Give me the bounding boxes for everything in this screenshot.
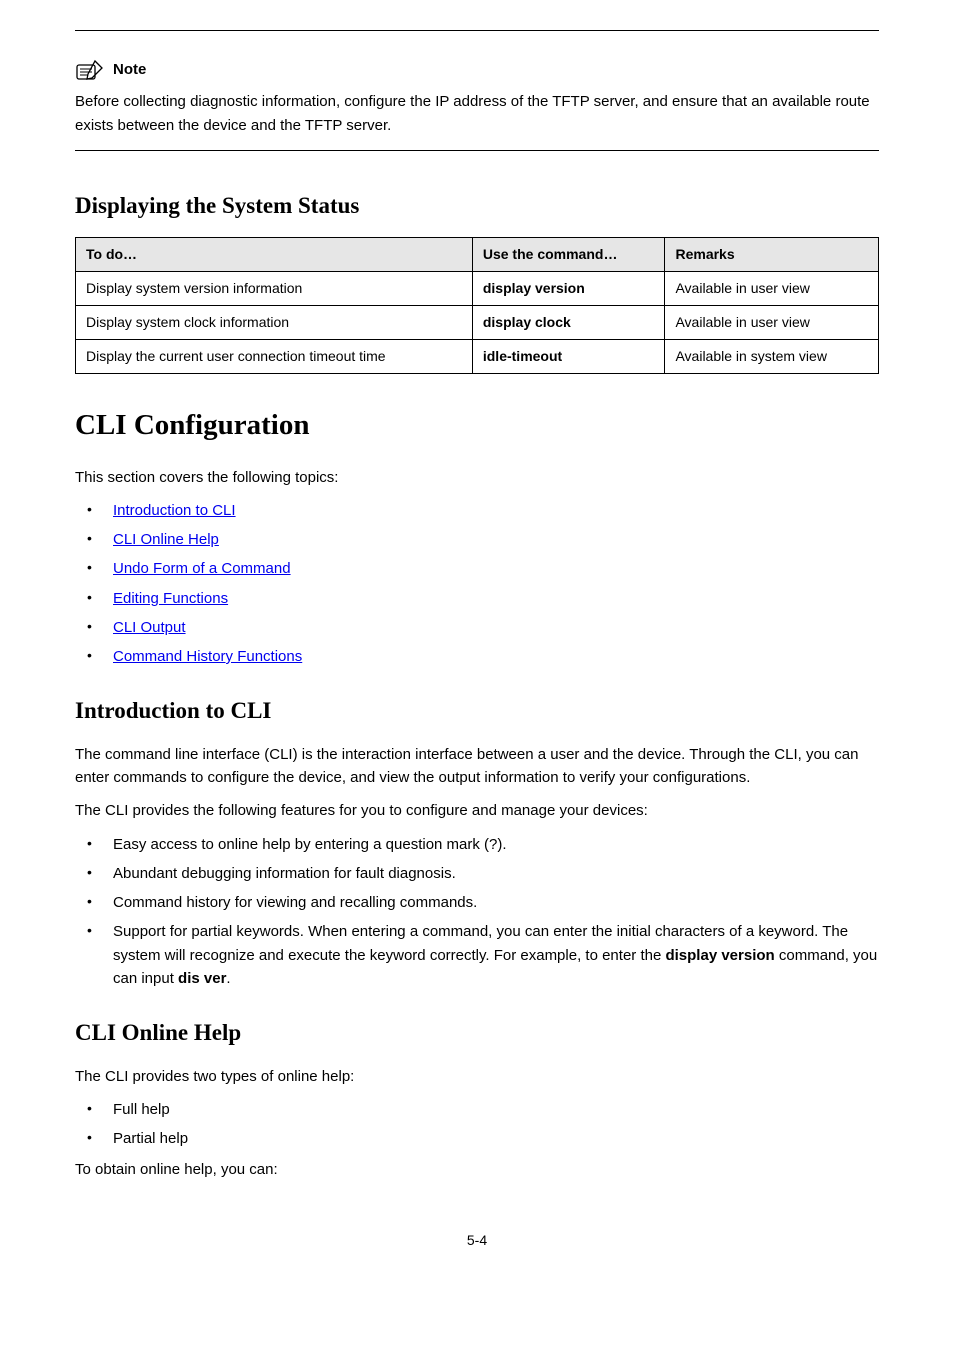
- table-cell-command: display version: [472, 272, 665, 306]
- table-cell-todo: Display system clock information: [76, 306, 473, 340]
- intro-paragraph-2: The CLI provides the following features …: [75, 799, 879, 822]
- intro-paragraph-1: The command line interface (CLI) is the …: [75, 743, 879, 790]
- list-item: Command History Functions: [101, 645, 879, 668]
- link-cli-output[interactable]: CLI Output: [113, 619, 186, 636]
- text-fragment: .: [226, 970, 230, 987]
- table-cell-remarks: Available in user view: [665, 272, 879, 306]
- cli-topic-list: Introduction to CLI CLI Online Help Undo…: [75, 499, 879, 669]
- link-undo-form[interactable]: Undo Form of a Command: [113, 560, 291, 577]
- heading-cli-configuration: CLI Configuration: [75, 404, 879, 448]
- system-status-table: To do… Use the command… Remarks Display …: [75, 237, 879, 374]
- table-cell-remarks: Available in system view: [665, 340, 879, 374]
- command-text: dis ver: [178, 970, 226, 987]
- link-cli-online-help[interactable]: CLI Online Help: [113, 531, 219, 548]
- link-intro-cli[interactable]: Introduction to CLI: [113, 502, 236, 519]
- heading-displaying-system-status: Displaying the System Status: [75, 189, 879, 224]
- table-header-row: To do… Use the command… Remarks: [76, 238, 879, 272]
- table-row: Display the current user connection time…: [76, 340, 879, 374]
- table-cell-todo: Display the current user connection time…: [76, 340, 473, 374]
- table-cell-todo: Display system version information: [76, 272, 473, 306]
- divider-bottom: [75, 150, 879, 151]
- note-body: Before collecting diagnostic information…: [75, 90, 879, 138]
- table-row: Display system clock information display…: [76, 306, 879, 340]
- list-item: Full help: [101, 1098, 879, 1121]
- divider-top: [75, 30, 879, 31]
- list-item: Easy access to online help by entering a…: [101, 833, 879, 856]
- intro-features-list: Easy access to online help by entering a…: [75, 833, 879, 991]
- list-item: Introduction to CLI: [101, 499, 879, 522]
- table-cell-command: idle-timeout: [472, 340, 665, 374]
- link-editing-functions[interactable]: Editing Functions: [113, 590, 228, 607]
- note-header: Note: [75, 59, 879, 82]
- list-item: Undo Form of a Command: [101, 557, 879, 580]
- list-item: Support for partial keywords. When enter…: [101, 920, 879, 990]
- pencil-note-icon: [75, 59, 105, 81]
- list-item: Partial help: [101, 1127, 879, 1150]
- note-label: Note: [113, 59, 146, 82]
- online-help-para-1: The CLI provides two types of online hel…: [75, 1065, 879, 1088]
- list-item: CLI Output: [101, 616, 879, 639]
- online-help-para-2: To obtain online help, you can:: [75, 1158, 879, 1181]
- list-item: CLI Online Help: [101, 528, 879, 551]
- cli-section-intro: This section covers the following topics…: [75, 466, 879, 489]
- table-header-remarks: Remarks: [665, 238, 879, 272]
- command-text: display version: [665, 947, 774, 964]
- online-help-types-list: Full help Partial help: [75, 1098, 879, 1151]
- table-row: Display system version information displ…: [76, 272, 879, 306]
- table-header-todo: To do…: [76, 238, 473, 272]
- heading-cli-online-help: CLI Online Help: [75, 1016, 879, 1051]
- list-item: Command history for viewing and recallin…: [101, 891, 879, 914]
- note-block: Note Before collecting diagnostic inform…: [75, 59, 879, 138]
- table-cell-command: display clock: [472, 306, 665, 340]
- list-item: Abundant debugging information for fault…: [101, 862, 879, 885]
- table-cell-remarks: Available in user view: [665, 306, 879, 340]
- list-item: Editing Functions: [101, 587, 879, 610]
- heading-intro-cli: Introduction to CLI: [75, 694, 879, 729]
- page-number: 5-4: [75, 1230, 879, 1251]
- link-command-history[interactable]: Command History Functions: [113, 648, 302, 665]
- table-header-command: Use the command…: [472, 238, 665, 272]
